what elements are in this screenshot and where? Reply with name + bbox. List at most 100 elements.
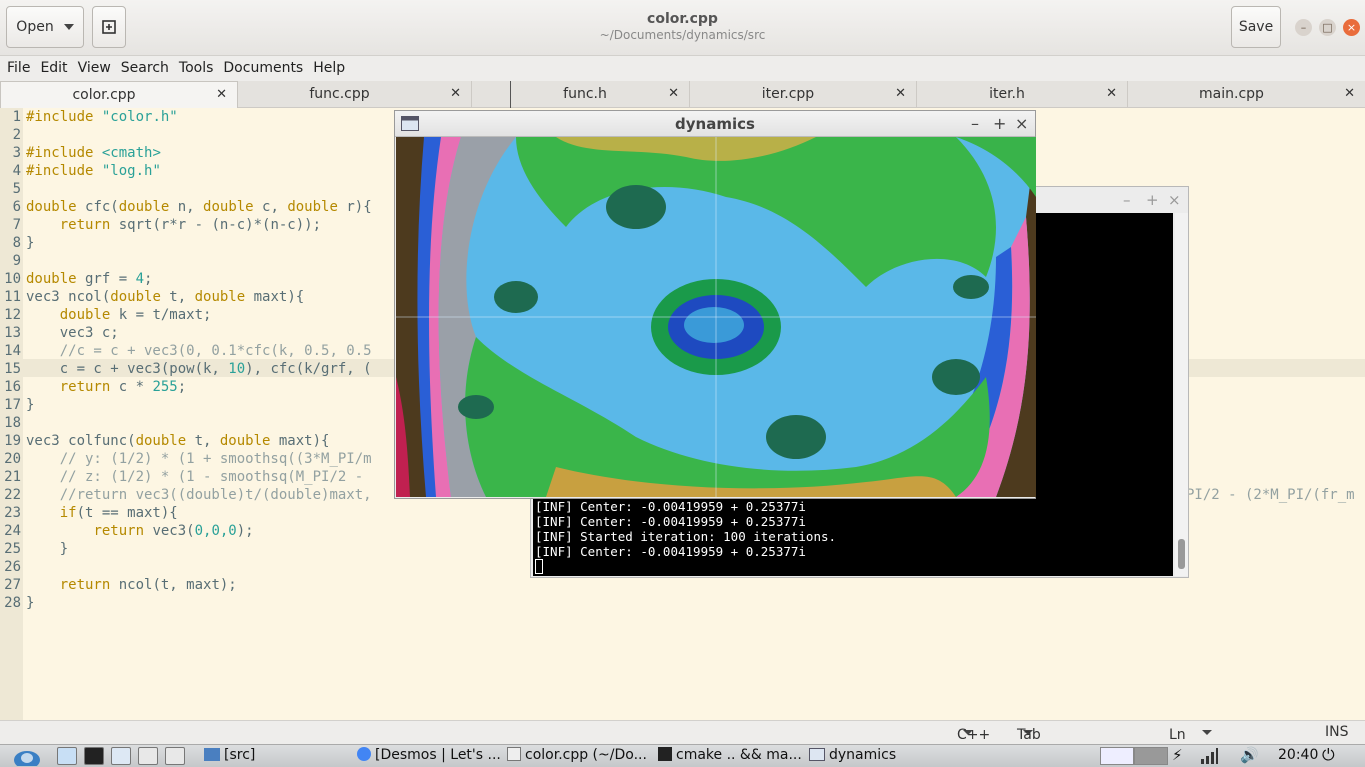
volume-icon[interactable]: 🔊 <box>1240 746 1259 764</box>
line-number: 22 <box>4 487 21 503</box>
line-number: 20 <box>4 451 21 467</box>
tab-iter-cpp[interactable]: iter.cpp ✕ <box>690 81 917 108</box>
code-line: } <box>59 541 69 557</box>
code-line: #include "log.h" <box>26 163 161 179</box>
taskbar: [src] [Desmos | Let's ... color.cpp (~/D… <box>0 744 1365 767</box>
tab-width-selector[interactable]: Tab Width: 4 <box>1017 724 1062 767</box>
task-src[interactable]: [src] <box>204 747 354 767</box>
menu-edit[interactable]: Edit <box>40 56 67 81</box>
task-desmos[interactable]: [Desmos | Let's ... <box>357 747 503 767</box>
code-line: //return vec3((double)t/(double)maxt, <box>59 487 372 503</box>
tab-label: iter.cpp <box>761 86 815 102</box>
maximize-icon[interactable]: □ <box>1319 19 1336 36</box>
code-line: //c = c + vec3(0, 0.1*cfc(k, 0.5, 0.5 <box>59 343 372 359</box>
code-line: } <box>26 595 35 611</box>
line-number: 12 <box>4 307 21 323</box>
close-tab-icon[interactable]: ✕ <box>1344 86 1355 101</box>
code-line: } <box>26 397 35 413</box>
tab-func-h[interactable]: func.h ✕ <box>510 81 690 108</box>
menu-help[interactable]: Help <box>313 56 345 81</box>
close-icon[interactable]: × <box>1168 191 1181 209</box>
tab-label: main.cpp <box>1199 86 1264 102</box>
tab-label: func.h <box>563 86 607 102</box>
maximize-icon[interactable]: + <box>1146 191 1159 209</box>
code-line: double k = t/maxt; <box>59 307 212 323</box>
close-tab-icon[interactable]: ✕ <box>668 86 679 101</box>
close-icon[interactable]: × <box>1343 19 1360 36</box>
menu-search[interactable]: Search <box>121 56 169 81</box>
browser-launcher-icon[interactable] <box>57 747 77 765</box>
menu-view[interactable]: View <box>78 56 111 81</box>
code-line: if(t == maxt){ <box>59 505 178 521</box>
code-line: return sqrt(r*r - (n-c)*(n-c)); <box>59 217 322 233</box>
settings-icon[interactable] <box>138 747 158 765</box>
terminal-line: [INF] Center: -0.00419959 + 0.25377i <box>535 514 806 529</box>
line-number: 18 <box>4 415 21 431</box>
line-number: 21 <box>4 469 21 485</box>
close-tab-icon[interactable]: ✕ <box>216 87 227 102</box>
code-line-tail: PI/2 - (2*M_PI/(fr_m <box>1186 487 1355 503</box>
line-number: 16 <box>4 379 21 395</box>
line-number: 11 <box>4 289 21 305</box>
line-number: 6 <box>12 199 21 215</box>
line-number: 14 <box>4 343 21 359</box>
task-cmake[interactable]: cmake .. && ma... <box>658 747 804 767</box>
dynamics-window[interactable]: dynamics – + × <box>394 110 1036 499</box>
close-tab-icon[interactable]: ✕ <box>1106 86 1117 101</box>
scrollbar-thumb[interactable] <box>1178 539 1185 569</box>
tab-main-cpp[interactable]: main.cpp ✕ <box>1128 81 1365 108</box>
tab-label: iter.h <box>989 86 1025 102</box>
save-button[interactable]: Save <box>1231 6 1281 48</box>
line-number: 2 <box>12 127 21 143</box>
menu-documents[interactable]: Documents <box>223 56 303 81</box>
close-icon[interactable]: × <box>1015 114 1028 133</box>
terminal-scrollbar[interactable] <box>1175 213 1188 576</box>
tab-label: color.cpp <box>72 87 136 103</box>
clock[interactable]: 20:40 <box>1278 747 1318 763</box>
line-number: 9 <box>12 253 21 269</box>
line-number: 5 <box>12 181 21 197</box>
terminal-line: [INF] Started iteration: 100 iterations. <box>535 529 837 544</box>
network-icon[interactable] <box>1200 748 1218 764</box>
menu-file[interactable]: File <box>7 56 30 81</box>
code-line: return c * 255; <box>59 379 187 395</box>
terminal-launcher-icon[interactable] <box>84 747 104 765</box>
code-line: double grf = 4; <box>26 271 153 287</box>
power-icon[interactable]: ⚡ <box>1172 746 1183 764</box>
maximize-icon[interactable]: + <box>993 114 1006 133</box>
power-menu-icon[interactable]: ⏻ <box>1322 745 1335 765</box>
code-line: vec3 colfunc(double t, double maxt){ <box>26 433 330 449</box>
tab-color-cpp[interactable]: color.cpp ✕ <box>0 81 238 108</box>
code-line: #include <cmath> <box>26 145 161 161</box>
menu-tools[interactable]: Tools <box>179 56 214 81</box>
minimize-icon[interactable]: – <box>971 114 979 133</box>
minimize-icon[interactable]: – <box>1123 191 1131 209</box>
code-line: c = c + vec3(pow(k, 10), cfc(k/grf, ( <box>59 361 372 377</box>
tab-iter-h[interactable]: iter.h ✕ <box>917 81 1128 108</box>
close-tab-icon[interactable]: ✕ <box>895 86 906 101</box>
dynamics-titlebar[interactable]: dynamics – + × <box>395 111 1035 137</box>
line-number: 7 <box>12 217 21 233</box>
tab-func-cpp[interactable]: func.cpp ✕ <box>238 81 472 108</box>
cursor-position[interactable]: Ln 15, Col 76 <box>1169 724 1212 767</box>
line-number: 19 <box>4 433 21 449</box>
file-manager-launcher-icon[interactable] <box>111 747 131 765</box>
insert-mode: INS <box>1325 724 1349 740</box>
code-line: vec3 c; <box>59 325 119 341</box>
code-line: return ncol(t, maxt); <box>59 577 237 593</box>
minimize-icon[interactable]: – <box>1295 19 1312 36</box>
line-number: 13 <box>4 325 21 341</box>
code-line: vec3 ncol(double t, double maxt){ <box>26 289 305 305</box>
language-selector[interactable]: C++ <box>957 724 990 743</box>
workspace-1[interactable] <box>1100 747 1134 765</box>
code-line: // y: (1/2) * (1 + smoothsq((3*M_PI/m <box>59 451 372 467</box>
task-color-cpp[interactable]: color.cpp (~/Do... <box>507 747 655 767</box>
close-tab-icon[interactable]: ✕ <box>450 86 461 101</box>
gear-icon[interactable] <box>165 747 185 765</box>
task-dynamics[interactable]: dynamics <box>809 747 959 767</box>
terminal-line: [INF] Center: -0.00419959 + 0.25377i <box>535 499 806 514</box>
workspace-2[interactable] <box>1134 747 1168 765</box>
status-bar: C++ Tab Width: 4 Ln 15, Col 76 INS <box>0 720 1365 767</box>
start-menu-icon[interactable] <box>12 746 42 766</box>
fractal-render[interactable] <box>396 137 1036 497</box>
